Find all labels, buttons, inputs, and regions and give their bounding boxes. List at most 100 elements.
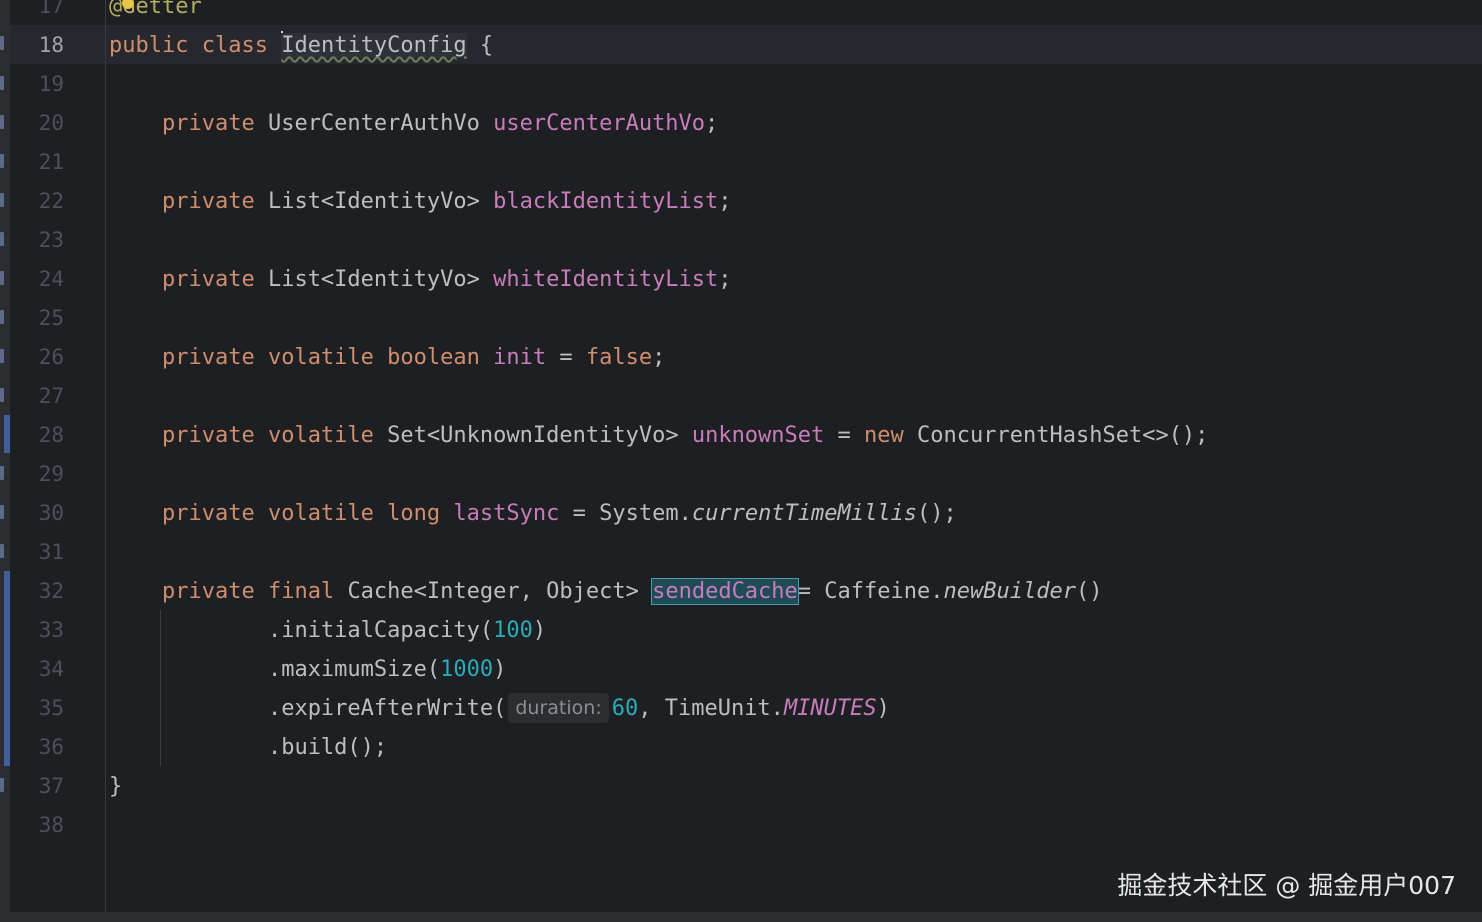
semicolon: ; [718, 189, 732, 214]
line-number: 29 [38, 462, 64, 486]
implementation-marker-icon[interactable] [0, 232, 4, 246]
implementation-marker-icon[interactable] [0, 349, 4, 363]
line-number: 21 [38, 150, 64, 174]
code-line-30[interactable]: private volatile long lastSync = System.… [109, 494, 957, 533]
implementation-marker-icon[interactable] [0, 388, 4, 402]
number-literal: 60 [611, 696, 639, 721]
keyword: private [161, 111, 255, 136]
code-line-20[interactable]: private UserCenterAuthVo userCenterAuthV… [109, 104, 718, 143]
keyword: private [161, 189, 255, 214]
code-line-26[interactable]: private volatile boolean init = false; [109, 338, 665, 377]
code-line-35[interactable]: .expireAfterWrite(duration: 60, TimeUnit.… [109, 689, 890, 728]
implementation-marker-icon[interactable] [0, 36, 4, 50]
type: ConcurrentHashSet<>(); [917, 423, 1209, 448]
line-number-current: 18 [38, 33, 64, 57]
code-editor[interactable]: 17 18 19 20 21 22 23 24 25 26 27 28 29 3… [0, 0, 1482, 922]
code-line-28[interactable]: private volatile Set<UnknownIdentityVo> … [109, 416, 1208, 455]
implementation-marker-icon[interactable] [0, 193, 4, 207]
line-number: 19 [38, 72, 64, 96]
parameter-hint: duration: [508, 693, 609, 723]
watermark: 掘金技术社区 @ 掘金用户007 [1117, 871, 1456, 900]
type: List<IdentityVo> [267, 189, 480, 214]
enum-constant: MINUTES [783, 696, 877, 721]
code-line-37[interactable]: } [109, 767, 122, 806]
implementation-marker-icon[interactable] [0, 505, 4, 519]
line-number: 20 [38, 111, 64, 135]
class-ref: System. [599, 501, 692, 526]
field: blackIdentityList [493, 189, 719, 214]
line-number: 23 [38, 228, 64, 252]
code-line-32[interactable]: private final Cache<Integer, Object> sen… [109, 572, 1102, 611]
vcs-change-marker[interactable] [4, 571, 10, 766]
line-number: 24 [38, 267, 64, 291]
keyword: class [201, 33, 268, 58]
horizontal-scrollbar[interactable] [0, 912, 1482, 922]
line-number: 31 [38, 540, 64, 564]
vcs-change-marker[interactable] [4, 415, 10, 453]
gutter-separator [105, 0, 106, 912]
line-number: 28 [38, 423, 64, 447]
paren: ) [532, 618, 547, 643]
selected-field[interactable]: sendedCache [651, 578, 799, 605]
paren: ) [493, 657, 507, 682]
line-number: 25 [38, 306, 64, 330]
keyword: volatile [267, 345, 374, 370]
call-parens: () [1075, 579, 1103, 604]
implementation-marker-icon[interactable] [0, 76, 4, 90]
number-literal: 100 [493, 618, 533, 643]
keyword: final [267, 579, 335, 604]
operator: = [824, 423, 865, 448]
field: unknownSet [691, 423, 825, 448]
keyword: public [109, 33, 189, 58]
brace: { [466, 33, 494, 58]
type: Set<UnknownIdentityVo> [387, 423, 679, 448]
line-number: 27 [38, 384, 64, 408]
line-number: 30 [38, 501, 64, 525]
line-number: 34 [38, 657, 64, 681]
semicolon: ; [705, 111, 719, 136]
implementation-marker-icon[interactable] [0, 154, 4, 168]
static-method: currentTimeMillis [691, 501, 918, 526]
field: lastSync [453, 501, 560, 526]
field: init [493, 345, 547, 370]
code-line-33[interactable]: .initialCapacity(100) [109, 611, 546, 650]
call-close: (); [917, 501, 957, 526]
code-line-18[interactable]: public class IdentityConfig { [109, 26, 493, 65]
keyword: long [387, 501, 441, 526]
method-call: .build(); [267, 735, 388, 760]
keyword: private [161, 423, 255, 448]
paren: ) [876, 696, 890, 721]
line-number: 38 [38, 813, 64, 837]
keyword: volatile [267, 423, 374, 448]
type: UserCenterAuthVo [267, 111, 480, 136]
semicolon: ; [652, 345, 666, 370]
code-line-24[interactable]: private List<IdentityVo> whiteIdentityLi… [109, 260, 732, 299]
implementation-marker-icon[interactable] [0, 271, 4, 285]
type: Cache<Integer, Object> [347, 579, 639, 604]
semicolon: ; [718, 267, 732, 292]
code-line-34[interactable]: .maximumSize(1000) [109, 650, 506, 689]
field: whiteIdentityList [493, 267, 719, 292]
keyword: boolean [387, 345, 480, 370]
code-line-36[interactable]: .build(); [109, 728, 387, 767]
line-number: 37 [38, 774, 64, 798]
implementation-marker-icon[interactable] [0, 544, 4, 558]
implementation-marker-icon[interactable] [0, 115, 4, 129]
line-number: 33 [38, 618, 64, 642]
operator: = Caffeine. [797, 579, 944, 604]
class-name: IdentityConfig [281, 33, 467, 58]
method-call: .maximumSize( [267, 657, 441, 682]
class-ref: , TimeUnit. [638, 696, 784, 721]
implementation-marker-icon[interactable] [0, 778, 4, 792]
keyword: new [864, 423, 904, 448]
implementation-marker-icon[interactable] [0, 466, 4, 480]
keyword: volatile [267, 501, 374, 526]
field: userCenterAuthVo [493, 111, 706, 136]
number-literal: 1000 [440, 657, 494, 682]
keyword: private [161, 501, 255, 526]
method-call: .initialCapacity( [267, 618, 494, 643]
line-number: 36 [38, 735, 64, 759]
code-line-22[interactable]: private List<IdentityVo> blackIdentityLi… [109, 182, 732, 221]
implementation-marker-icon[interactable] [0, 310, 4, 324]
line-number: 26 [38, 345, 64, 369]
